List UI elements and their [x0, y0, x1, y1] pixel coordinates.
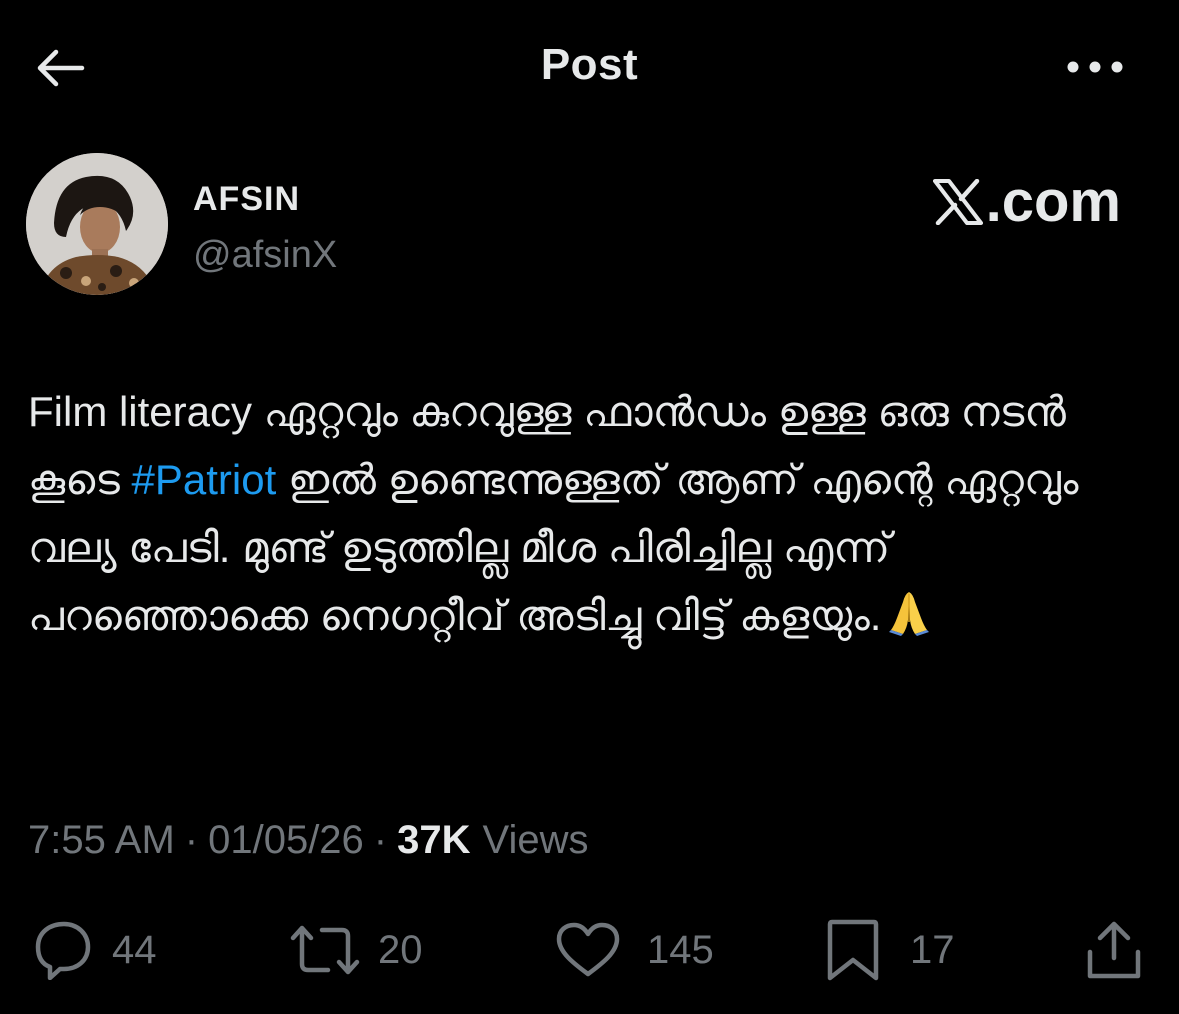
bookmark-icon	[827, 919, 879, 981]
like-button[interactable]: 145	[553, 910, 714, 990]
ellipsis-icon	[1067, 61, 1123, 73]
post-meta: 7:55 AM · 01/05/26 · 37K Views	[28, 818, 589, 863]
share-button[interactable]	[1083, 910, 1145, 990]
author-name[interactable]: AFSIN	[193, 180, 300, 219]
share-icon	[1087, 921, 1141, 979]
bookmark-count: 17	[910, 927, 955, 972]
action-bar: 44 20 145 17	[0, 910, 1179, 990]
profile-photo	[26, 153, 168, 295]
page-title: Post	[540, 40, 639, 89]
x-logo-icon	[932, 179, 983, 225]
repost-count: 20	[378, 927, 423, 972]
watermark-text: .com	[985, 169, 1121, 234]
more-options-button[interactable]	[1055, 44, 1135, 90]
heart-icon	[556, 922, 620, 977]
meta-separator: ·	[184, 818, 199, 862]
top-bar: Post	[0, 0, 1179, 136]
reply-icon	[35, 921, 91, 980]
post-time: 7:55 AM	[28, 818, 175, 862]
folded-hands-emoji-icon	[889, 592, 930, 636]
reply-button[interactable]: 44	[28, 910, 157, 990]
author-handle[interactable]: @afsinX	[193, 234, 337, 277]
meta-separator: ·	[373, 818, 388, 862]
bookmark-button[interactable]: 17	[824, 910, 955, 990]
views-count: 37K	[397, 818, 471, 862]
post-date: 01/05/26	[208, 818, 364, 862]
post-text: Film literacy ഏറ്റവും കുറവുള്ള ഫാൻഡം ഉള്…	[28, 378, 1138, 650]
x-com-watermark: .com	[932, 168, 1121, 235]
repost-icon	[290, 925, 360, 975]
views-label[interactable]: Views	[483, 818, 589, 863]
hashtag-link[interactable]: #Patriot	[132, 456, 277, 503]
avatar[interactable]	[26, 153, 168, 295]
repost-button[interactable]: 20	[288, 910, 423, 990]
reply-count: 44	[112, 927, 157, 972]
like-count: 145	[647, 927, 714, 972]
